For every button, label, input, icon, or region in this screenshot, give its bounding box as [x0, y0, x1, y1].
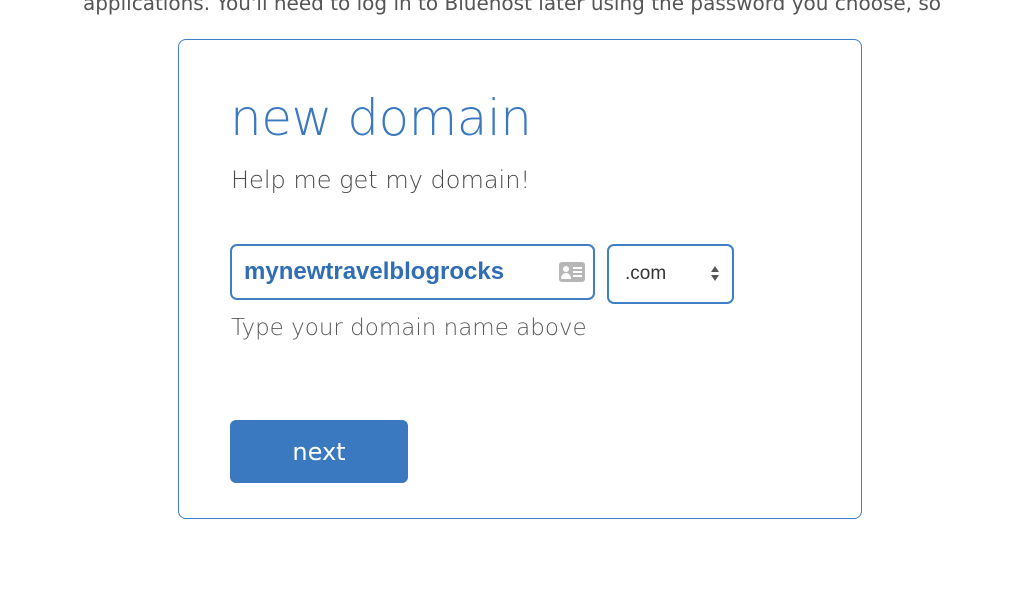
select-arrows-icon	[710, 264, 720, 284]
new-domain-card: new domain Help me get my domain! .com T…	[178, 39, 862, 519]
page: applications. You'll need to log in to B…	[0, 0, 1024, 602]
domain-input[interactable]	[244, 246, 562, 298]
clipped-instruction-text: applications. You'll need to log in to B…	[82, 0, 942, 15]
card-title: new domain	[230, 89, 532, 147]
domain-input-container[interactable]	[230, 244, 595, 300]
tld-select[interactable]: .com	[607, 244, 734, 304]
contact-card-icon[interactable]	[559, 262, 585, 282]
tld-selected-value: .com	[625, 263, 667, 284]
domain-hint: Type your domain name above	[231, 315, 587, 341]
card-subtitle: Help me get my domain!	[231, 166, 531, 194]
next-button[interactable]: next	[230, 420, 408, 483]
